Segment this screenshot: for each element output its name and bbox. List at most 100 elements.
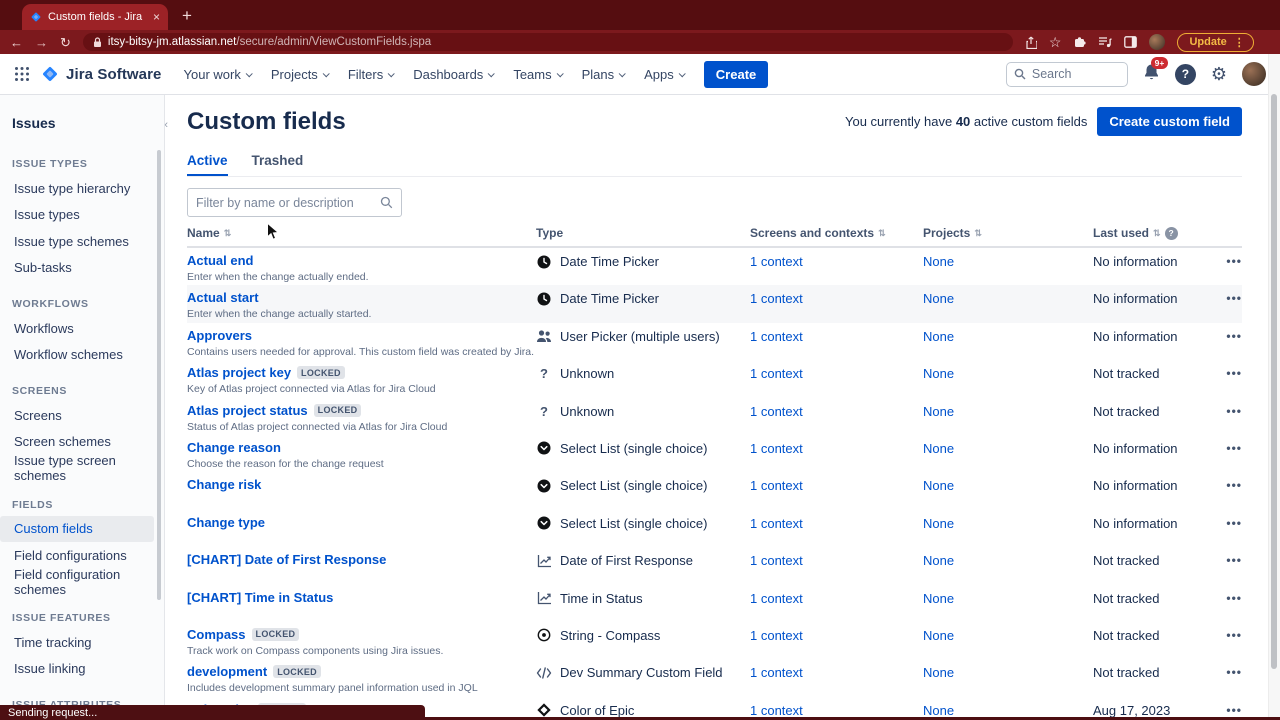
row-actions-button[interactable]: ••• bbox=[1212, 552, 1242, 567]
user-avatar[interactable] bbox=[1242, 62, 1266, 86]
projects-link[interactable]: None bbox=[923, 328, 1093, 344]
row-actions-button[interactable]: ••• bbox=[1212, 477, 1242, 492]
forward-icon[interactable]: → bbox=[35, 36, 48, 49]
row-actions-button[interactable]: ••• bbox=[1212, 515, 1242, 530]
projects-link[interactable]: None bbox=[923, 365, 1093, 381]
contexts-link[interactable]: 1 context bbox=[750, 477, 923, 493]
contexts-link[interactable]: 1 context bbox=[750, 664, 923, 680]
tab-trashed[interactable]: Trashed bbox=[252, 153, 304, 176]
sidebar-item-field-configurations[interactable]: Field configurations bbox=[0, 542, 154, 569]
tab-active[interactable]: Active bbox=[187, 153, 228, 176]
page-scrollbar-thumb[interactable] bbox=[1271, 94, 1277, 669]
projects-link[interactable]: None bbox=[923, 590, 1093, 606]
sort-icon[interactable]: ⇅ bbox=[974, 228, 982, 239]
row-actions-button[interactable]: ••• bbox=[1212, 290, 1242, 305]
contexts-link[interactable]: 1 context bbox=[750, 552, 923, 568]
nav-menu-dashboards[interactable]: Dashboards bbox=[413, 67, 496, 82]
sidebar-scrollbar[interactable] bbox=[157, 150, 161, 600]
row-actions-button[interactable]: ••• bbox=[1212, 627, 1242, 642]
nav-menu-plans[interactable]: Plans bbox=[582, 67, 626, 82]
sort-icon[interactable]: ⇅ bbox=[1153, 228, 1161, 239]
projects-link[interactable]: None bbox=[923, 253, 1093, 269]
projects-link[interactable]: None bbox=[923, 664, 1093, 680]
browser-profile-avatar[interactable] bbox=[1149, 34, 1166, 50]
settings-gear-icon[interactable]: ⚙ bbox=[1211, 65, 1227, 83]
projects-link[interactable]: None bbox=[923, 290, 1093, 306]
sidebar-item-screen-schemes[interactable]: Screen schemes bbox=[0, 429, 154, 456]
column-header[interactable]: Projects ⇅ bbox=[923, 226, 1093, 240]
contexts-link[interactable]: 1 context bbox=[750, 365, 923, 381]
row-actions-button[interactable]: ••• bbox=[1212, 253, 1242, 268]
sidebar-item-issue-type-hierarchy[interactable]: Issue type hierarchy bbox=[0, 175, 154, 202]
projects-link[interactable]: None bbox=[923, 515, 1093, 531]
create-button[interactable]: Create bbox=[703, 60, 769, 88]
field-name-link[interactable]: Change reason bbox=[187, 440, 281, 455]
filter-box[interactable] bbox=[187, 188, 402, 217]
sort-icon[interactable]: ⇅ bbox=[878, 228, 886, 239]
help-button[interactable]: ? bbox=[1174, 63, 1196, 85]
column-header[interactable]: Name ⇅ bbox=[187, 226, 536, 240]
contexts-link[interactable]: 1 context bbox=[750, 590, 923, 606]
row-actions-button[interactable]: ••• bbox=[1212, 328, 1242, 343]
nav-menu-apps[interactable]: Apps bbox=[644, 67, 686, 82]
bookmark-star-icon[interactable]: ☆ bbox=[1049, 35, 1062, 49]
browser-tab[interactable]: Custom fields - Jira × bbox=[22, 4, 168, 30]
new-tab-button[interactable]: + bbox=[182, 6, 192, 26]
page-scrollbar-track[interactable] bbox=[1268, 54, 1280, 720]
sidebar-item-field-configuration-schemes[interactable]: Field configuration schemes bbox=[0, 567, 154, 597]
media-list-icon[interactable] bbox=[1098, 36, 1113, 48]
row-actions-button[interactable]: ••• bbox=[1212, 365, 1242, 380]
projects-link[interactable]: None bbox=[923, 552, 1093, 568]
sidebar-item-time-tracking[interactable]: Time tracking bbox=[0, 629, 154, 656]
back-icon[interactable]: ← bbox=[10, 36, 23, 49]
contexts-link[interactable]: 1 context bbox=[750, 253, 923, 269]
field-name-link[interactable]: Actual start bbox=[187, 290, 259, 305]
nav-menu-your-work[interactable]: Your work bbox=[184, 67, 253, 82]
row-actions-button[interactable]: ••• bbox=[1212, 590, 1242, 605]
contexts-link[interactable]: 1 context bbox=[750, 515, 923, 531]
sort-icon[interactable]: ⇅ bbox=[224, 228, 232, 239]
share-icon[interactable] bbox=[1025, 36, 1037, 49]
tab-close-icon[interactable]: × bbox=[153, 11, 160, 23]
extensions-puzzle-icon[interactable] bbox=[1073, 36, 1087, 49]
field-name-link[interactable]: Atlas project key bbox=[187, 365, 291, 380]
side-panel-icon[interactable] bbox=[1124, 36, 1138, 48]
reload-icon[interactable]: ↻ bbox=[60, 36, 71, 49]
jira-logo[interactable]: Jira Software bbox=[40, 64, 162, 84]
sidebar-item-issue-type-schemes[interactable]: Issue type schemes bbox=[0, 228, 154, 255]
create-custom-field-button[interactable]: Create custom field bbox=[1097, 107, 1242, 136]
address-bar[interactable]: itsy-bitsy-jm.atlassian.net/secure/admin… bbox=[82, 33, 1013, 51]
sidebar-item-issue-type-screen-schemes[interactable]: Issue type screen schemes bbox=[0, 453, 154, 483]
contexts-link[interactable]: 1 context bbox=[750, 702, 923, 718]
field-name-link[interactable]: Compass bbox=[187, 627, 246, 642]
field-name-link[interactable]: Actual end bbox=[187, 253, 253, 268]
projects-link[interactable]: None bbox=[923, 477, 1093, 493]
app-switcher-icon[interactable] bbox=[14, 66, 30, 82]
field-name-link[interactable]: [CHART] Date of First Response bbox=[187, 552, 386, 567]
sidebar-item-workflow-schemes[interactable]: Workflow schemes bbox=[0, 342, 154, 369]
sidebar-item-custom-fields[interactable]: Custom fields bbox=[0, 515, 154, 542]
sidebar-item-sub-tasks[interactable]: Sub-tasks bbox=[0, 255, 154, 282]
contexts-link[interactable]: 1 context bbox=[750, 328, 923, 344]
row-actions-button[interactable]: ••• bbox=[1212, 702, 1242, 717]
info-icon[interactable]: ? bbox=[1164, 226, 1178, 240]
field-name-link[interactable]: Change risk bbox=[187, 477, 261, 492]
nav-menu-teams[interactable]: Teams bbox=[513, 67, 564, 82]
column-header[interactable]: Type bbox=[536, 226, 750, 240]
sidebar-item-workflows[interactable]: Workflows bbox=[0, 315, 154, 342]
column-header[interactable]: Screens and contexts ⇅ bbox=[750, 226, 923, 240]
contexts-link[interactable]: 1 context bbox=[750, 440, 923, 456]
projects-link[interactable]: None bbox=[923, 403, 1093, 419]
nav-menu-filters[interactable]: Filters bbox=[348, 67, 395, 82]
field-name-link[interactable]: Change type bbox=[187, 515, 265, 530]
row-actions-button[interactable]: ••• bbox=[1212, 403, 1242, 418]
filter-input[interactable] bbox=[196, 195, 380, 210]
row-actions-button[interactable]: ••• bbox=[1212, 440, 1242, 455]
projects-link[interactable]: None bbox=[923, 702, 1093, 718]
notifications-button[interactable]: 9+ bbox=[1143, 56, 1168, 86]
column-header[interactable]: Last used ⇅ ? bbox=[1093, 226, 1212, 240]
nav-menu-projects[interactable]: Projects bbox=[271, 67, 330, 82]
field-name-link[interactable]: [CHART] Time in Status bbox=[187, 590, 333, 605]
contexts-link[interactable]: 1 context bbox=[750, 403, 923, 419]
sidebar-item-issue-types[interactable]: Issue types bbox=[0, 202, 154, 229]
